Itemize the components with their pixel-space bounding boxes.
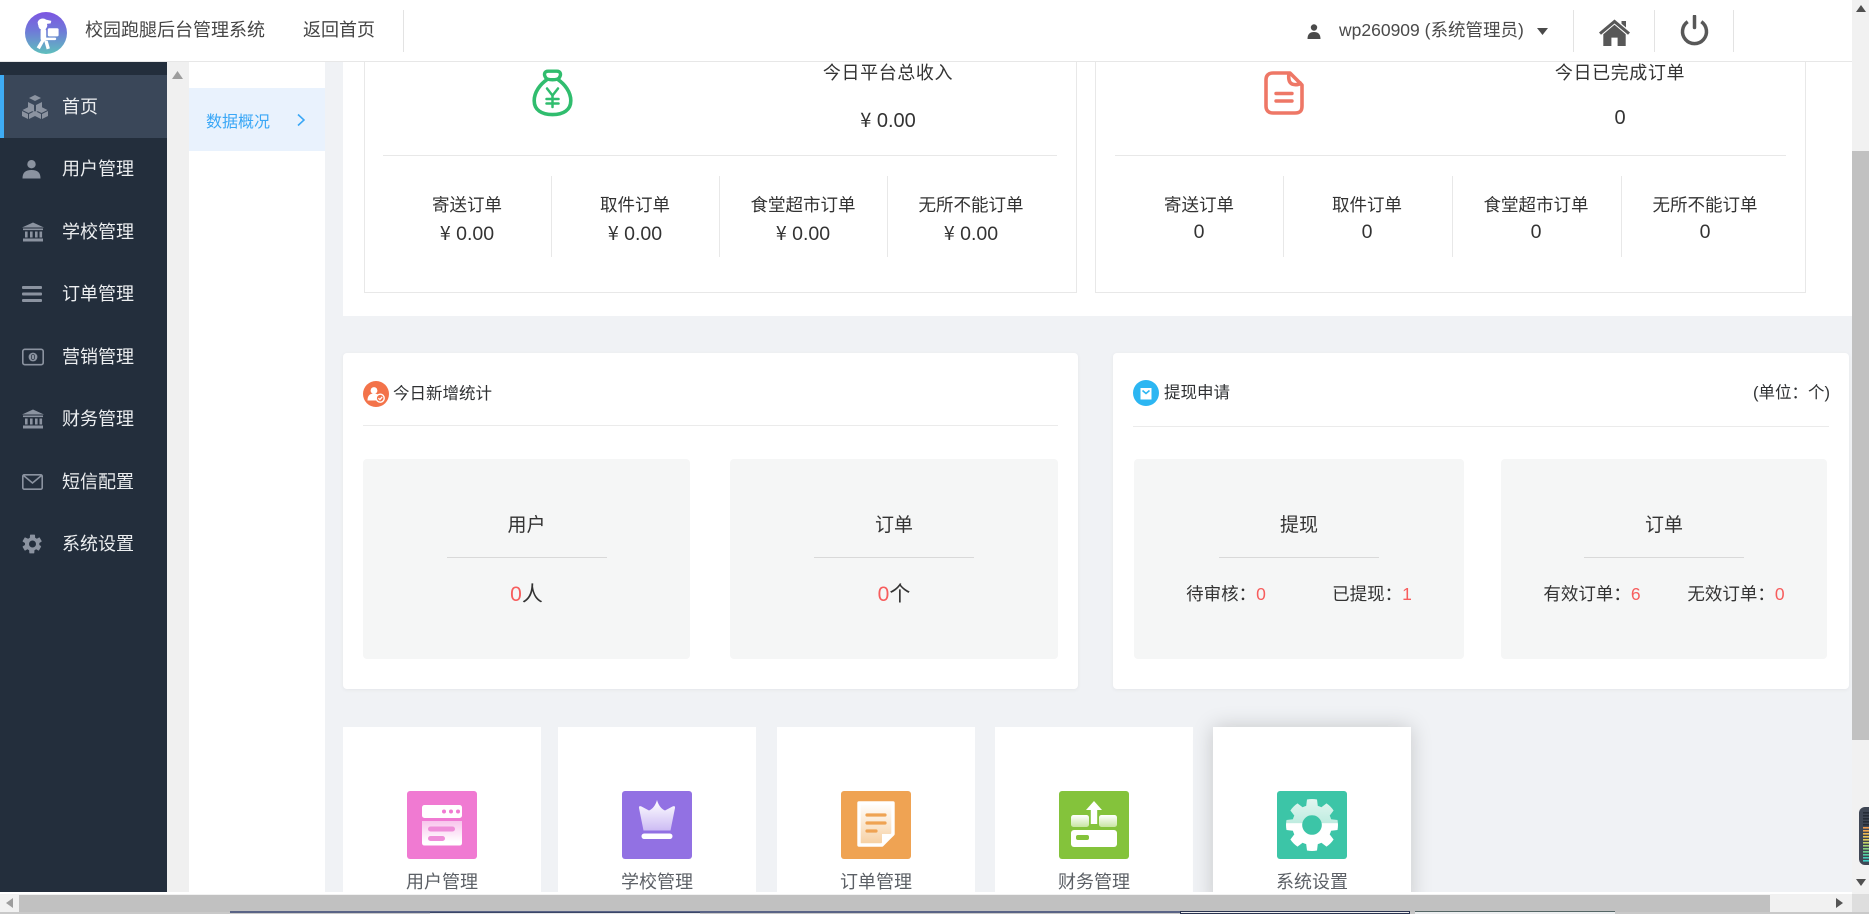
svg-text:0: 0	[31, 352, 36, 361]
